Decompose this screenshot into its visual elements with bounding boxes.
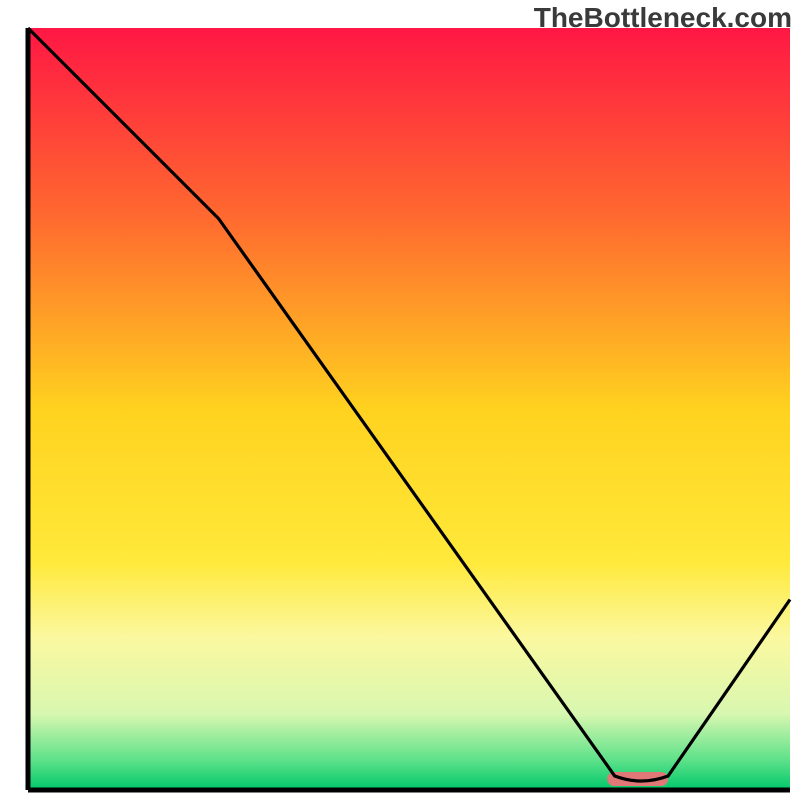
bottleneck-chart: TheBottleneck.com [0, 0, 800, 800]
watermark-text: TheBottleneck.com [534, 2, 792, 34]
chart-svg [0, 0, 800, 800]
